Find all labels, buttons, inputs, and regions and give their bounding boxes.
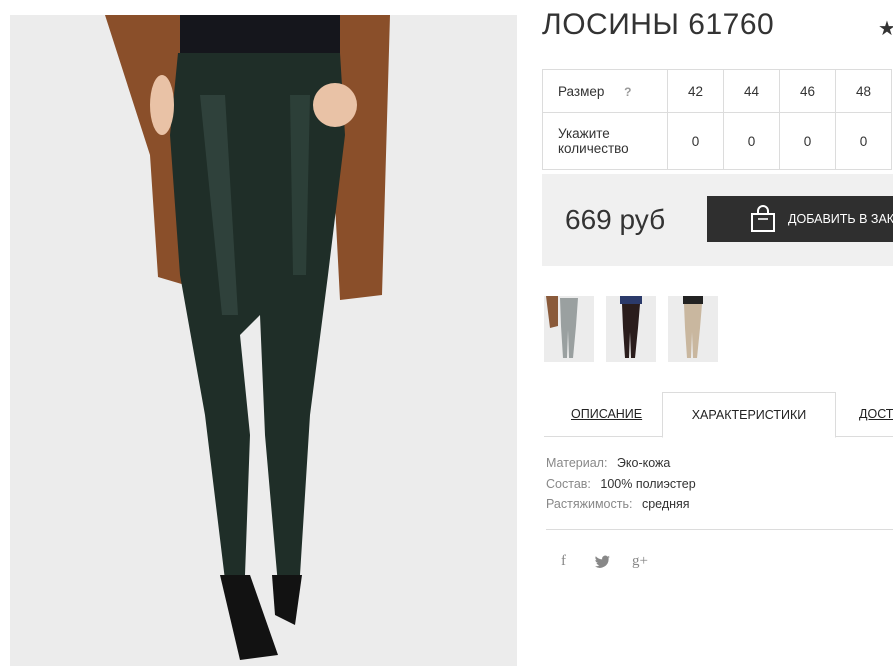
thumbnail-grey[interactable] <box>544 296 594 362</box>
tab-delivery[interactable]: ДОСТАВКА <box>859 392 893 436</box>
quantity-input-44[interactable]: 0 <box>723 112 780 170</box>
add-to-cart-label: ДОБАВИТЬ В ЗАКАЗ <box>788 212 893 226</box>
star-icon[interactable]: ★ <box>878 16 893 41</box>
product-title: ЛОСИНЫ 61760 <box>542 8 775 41</box>
quantity-label-line1: Укажите <box>558 126 610 141</box>
thumbnail-black[interactable] <box>606 296 656 362</box>
quantity-input-42[interactable]: 0 <box>667 112 724 170</box>
size-cell: 44 <box>723 69 780 113</box>
add-to-cart-button[interactable]: ДОБАВИТЬ В ЗАКАЗ <box>707 196 893 242</box>
size-cell: 46 <box>779 69 836 113</box>
tab-characteristics[interactable]: ХАРАКТЕРИСТИКИ <box>662 392 836 438</box>
main-product-image[interactable] <box>10 15 517 666</box>
size-cell: 42 <box>667 69 724 113</box>
quantity-row: Укажите количество 0 0 0 0 <box>542 112 892 170</box>
google-plus-icon[interactable]: g+ <box>632 553 648 570</box>
spec-value: средняя <box>641 497 690 511</box>
price-panel: 669 руб ДОБАВИТЬ В ЗАКАЗ <box>542 174 893 266</box>
spec-row-stretch: Растяжимость: средняя <box>546 497 690 511</box>
spec-row-composition: Состав: 100% полиэстер <box>546 477 696 491</box>
size-help-icon[interactable]: ? <box>624 85 631 99</box>
size-quantity-table: Размер ? 42 44 46 48 Укажите количество … <box>542 69 892 170</box>
spec-value: Эко-кожа <box>616 456 671 470</box>
facebook-icon[interactable]: f <box>561 553 566 570</box>
twitter-icon[interactable] <box>595 555 611 574</box>
size-label-cell: Размер ? <box>542 69 668 113</box>
spec-label: Материал: <box>546 456 608 470</box>
spec-value: 100% полиэстер <box>600 477 696 491</box>
size-label: Размер <box>558 83 605 99</box>
shopping-bag-icon <box>750 205 776 238</box>
tab-description[interactable]: ОПИСАНИЕ <box>571 392 642 436</box>
thumbnail-beige[interactable] <box>668 296 718 362</box>
size-cell: 48 <box>835 69 892 113</box>
spec-label: Растяжимость: <box>546 497 633 511</box>
spec-label: Состав: <box>546 477 591 491</box>
size-row: Размер ? 42 44 46 48 <box>542 69 892 113</box>
social-divider <box>546 529 893 530</box>
quantity-input-48[interactable]: 0 <box>835 112 892 170</box>
price: 669 руб <box>565 204 666 235</box>
quantity-label-cell: Укажите количество <box>542 112 668 170</box>
spec-row-material: Материал: Эко-кожа <box>546 456 670 470</box>
quantity-input-46[interactable]: 0 <box>779 112 836 170</box>
quantity-label-line2: количество <box>558 141 629 156</box>
